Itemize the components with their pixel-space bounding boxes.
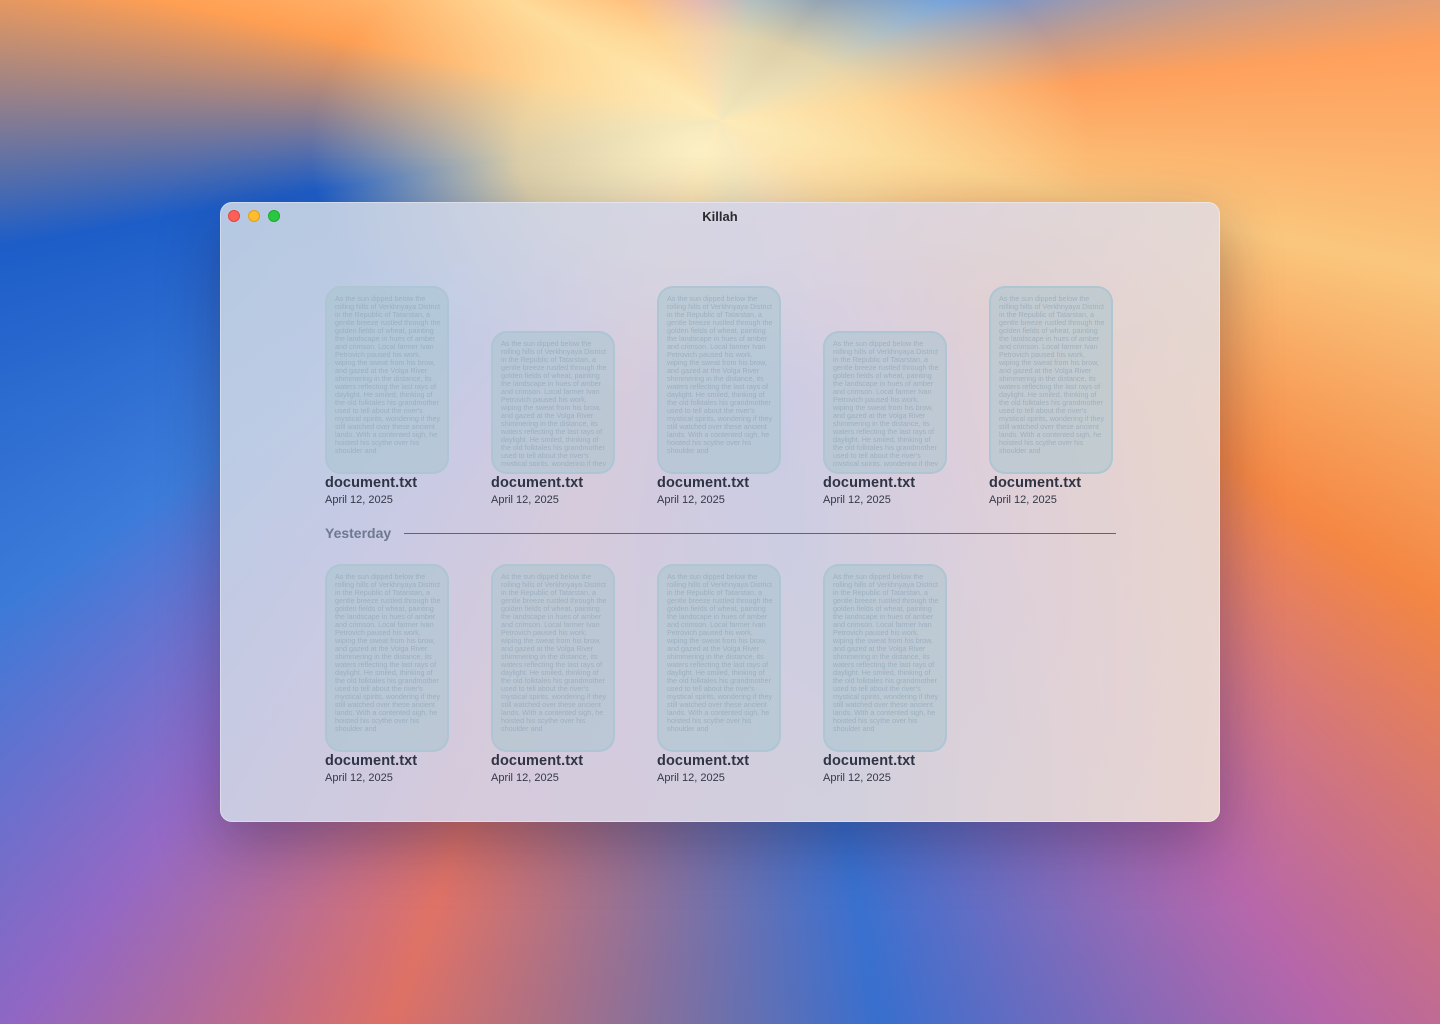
file-name: document.txt (491, 753, 584, 769)
title-bar: Killah (220, 202, 1220, 232)
preview-text: As the sun dipped below the rolling hill… (335, 295, 441, 455)
file-name: document.txt (325, 475, 418, 491)
file-name: document.txt (823, 753, 916, 769)
file-date: April 12, 2025 (491, 494, 559, 506)
file-date: April 12, 2025 (989, 494, 1057, 506)
file-date: April 12, 2025 (491, 772, 559, 784)
document-preview[interactable]: As the sun dipped below the rolling hill… (823, 564, 947, 752)
preview-text: As the sun dipped below the rolling hill… (335, 573, 441, 733)
document-preview[interactable]: As the sun dipped below the rolling hill… (989, 286, 1113, 474)
document-preview[interactable]: As the sun dipped below the rolling hill… (657, 286, 781, 474)
preview-text: As the sun dipped below the rolling hill… (667, 573, 773, 733)
window-title: Killah (702, 209, 738, 224)
section-header-yesterday: Yesterday (325, 525, 1116, 543)
file-name: document.txt (657, 753, 750, 769)
document-preview[interactable]: As the sun dipped below the rolling hill… (491, 331, 615, 474)
document-preview[interactable]: As the sun dipped below the rolling hill… (491, 564, 615, 752)
file-date: April 12, 2025 (823, 494, 891, 506)
document-preview[interactable]: As the sun dipped below the rolling hill… (325, 564, 449, 752)
preview-text: As the sun dipped below the rolling hill… (667, 295, 773, 455)
document-preview[interactable]: As the sun dipped below the rolling hill… (325, 286, 449, 474)
document-preview[interactable]: As the sun dipped below the rolling hill… (657, 564, 781, 752)
file-name: document.txt (325, 753, 418, 769)
preview-text: As the sun dipped below the rolling hill… (833, 340, 939, 466)
preview-text: As the sun dipped below the rolling hill… (501, 340, 607, 466)
file-date: April 12, 2025 (325, 494, 393, 506)
section-label: Yesterday (325, 525, 392, 541)
app-window: Killah As the sun dipped below the rolli… (220, 202, 1220, 822)
file-name: document.txt (989, 475, 1082, 491)
preview-text: As the sun dipped below the rolling hill… (833, 573, 939, 733)
file-date: April 12, 2025 (657, 772, 725, 784)
file-date: April 12, 2025 (657, 494, 725, 506)
file-name: document.txt (491, 475, 584, 491)
file-name: document.txt (657, 475, 750, 491)
section-divider (404, 533, 1116, 534)
file-date: April 12, 2025 (325, 772, 393, 784)
file-name: document.txt (823, 475, 916, 491)
document-preview[interactable]: As the sun dipped below the rolling hill… (823, 331, 947, 474)
preview-text: As the sun dipped below the rolling hill… (501, 573, 607, 733)
file-date: April 12, 2025 (823, 772, 891, 784)
desktop-wallpaper: Killah As the sun dipped below the rolli… (0, 0, 1440, 1024)
preview-text: As the sun dipped below the rolling hill… (999, 295, 1105, 455)
